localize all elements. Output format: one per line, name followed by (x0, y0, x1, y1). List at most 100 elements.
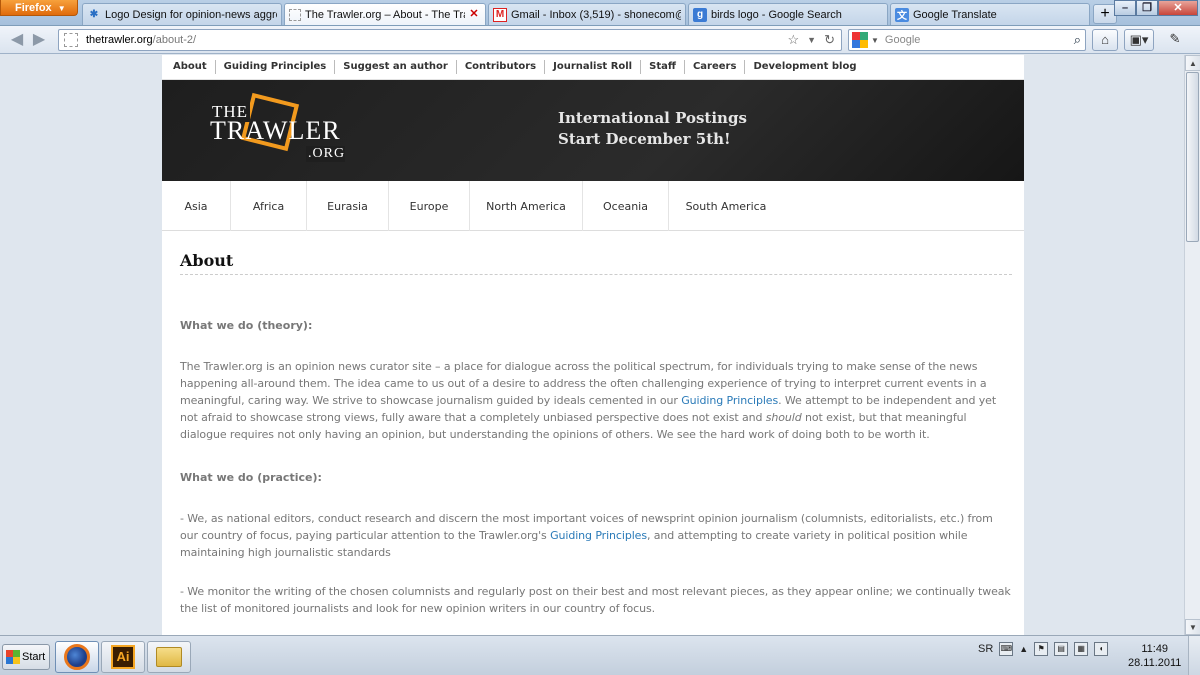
tab-google-search[interactable]: g birds logo - Google Search (688, 3, 888, 25)
region-asia[interactable]: Asia (162, 181, 231, 231)
guiding-principles-link[interactable]: Guiding Principles (681, 394, 778, 407)
start-label: Start (22, 651, 46, 663)
system-tray: SR ⌨ ▲ ⚑ ▤ ▦ ◖ (978, 642, 1109, 656)
search-bar[interactable]: ▼ Google ⌕ (848, 29, 1086, 51)
google-icon (852, 32, 868, 48)
close-icon[interactable]: ✕ (467, 8, 481, 22)
network-icon[interactable]: ▦ (1074, 642, 1089, 656)
device-icon[interactable]: ▤ (1054, 642, 1069, 656)
theory-emphasis: should (765, 411, 802, 424)
page-viewport: About Guiding Principles Suggest an auth… (0, 55, 1184, 635)
forward-icon[interactable]: ▶ (28, 30, 50, 50)
taskbar-explorer[interactable] (147, 641, 191, 673)
region-eurasia[interactable]: Eurasia (307, 181, 389, 231)
site-container: About Guiding Principles Suggest an auth… (162, 55, 1024, 635)
theory-paragraph: The Trawler.org is an opinion news curat… (180, 358, 1012, 443)
tab-logo-design[interactable]: ✱ Logo Design for opinion-news aggreg... (82, 3, 282, 25)
practice-paragraph-2: - We monitor the writing of the chosen c… (180, 585, 1011, 615)
scroll-up-icon[interactable]: ▲ (1185, 55, 1200, 71)
menu-item-contributors[interactable]: Contributors (457, 60, 546, 74)
menu-icon[interactable]: ▣▾ (1124, 29, 1154, 51)
clock-date: 28.11.2011 (1128, 657, 1182, 669)
clock[interactable]: 11:49 28.11.2011 (1128, 642, 1181, 670)
addon-icon[interactable]: ✎ (1160, 29, 1190, 51)
search-icon[interactable]: ⌕ (1074, 32, 1081, 48)
region-oceania[interactable]: Oceania (583, 181, 669, 231)
navigation-toolbar: ◀ ▶ thetrawler.org/about-2/ ☆ ▼ ↻ ▼ Goog… (0, 26, 1200, 54)
menu-item-staff[interactable]: Staff (641, 60, 685, 74)
section-heading-practice: What we do (practice): (180, 471, 322, 484)
tab-strip: Firefox ▼ ✱ Logo Design for opinion-news … (0, 0, 1200, 26)
tab-trawler-about[interactable]: The Trawler.org – About - The Trawl... ✕ (284, 3, 486, 25)
menu-item-about[interactable]: About (165, 60, 216, 74)
home-icon[interactable]: ⌂ (1092, 29, 1118, 51)
scroll-thumb[interactable] (1186, 72, 1199, 242)
taskbar-illustrator[interactable]: Ai (101, 641, 145, 673)
menu-item-suggest-author[interactable]: Suggest an author (335, 60, 457, 74)
menu-item-journalist-roll[interactable]: Journalist Roll (545, 60, 642, 74)
tab-title: Logo Design for opinion-news aggreg... (105, 8, 277, 21)
windows-logo-icon (6, 650, 20, 664)
region-africa[interactable]: Africa (231, 181, 307, 231)
banner-line-2: Start December 5th! (558, 130, 731, 148)
url-host: thetrawler.org (86, 34, 153, 46)
clock-time: 11:49 (1141, 643, 1169, 655)
start-button[interactable]: Start (2, 644, 50, 670)
firefox-icon (64, 644, 90, 670)
menu-item-development-blog[interactable]: Development blog (745, 60, 864, 74)
page-content: About What we do (theory): The Trawler.o… (162, 251, 1024, 617)
chevron-up-icon[interactable]: ▲ (1019, 644, 1028, 654)
menu-item-careers[interactable]: Careers (685, 60, 746, 74)
region-south-america[interactable]: South America (669, 181, 783, 231)
tab-title: Google Translate (913, 8, 997, 21)
folder-icon (156, 647, 182, 667)
page-title: About (180, 251, 1012, 275)
show-desktop-button[interactable] (1188, 636, 1200, 675)
reload-icon[interactable]: ↻ (824, 32, 835, 48)
url-bar[interactable]: thetrawler.org/about-2/ ☆ ▼ ↻ (58, 29, 842, 51)
close-window-icon[interactable]: ✕ (1158, 0, 1198, 16)
tab-gmail[interactable]: M Gmail - Inbox (3,519) - shonecom@g... (488, 3, 686, 25)
banner-announcement: International Postings Start December 5t… (558, 108, 747, 150)
firefox-menu-label: Firefox (15, 2, 52, 14)
menu-item-guiding-principles[interactable]: Guiding Principles (216, 60, 336, 74)
chevron-down-icon[interactable]: ▼ (807, 32, 816, 48)
tab-google-translate[interactable]: 文 Google Translate (890, 3, 1090, 25)
tab-title: The Trawler.org – About - The Trawl... (305, 8, 465, 21)
google-icon: g (693, 7, 707, 22)
gear-icon: ✱ (89, 9, 99, 20)
bookmark-star-icon[interactable]: ☆ (788, 32, 800, 48)
back-icon[interactable]: ◀ (6, 30, 28, 50)
page-icon (289, 8, 301, 21)
search-input[interactable]: Google (885, 34, 920, 46)
translate-icon: 文 (895, 7, 909, 22)
page-icon (64, 33, 78, 47)
region-north-america[interactable]: North America (470, 181, 583, 231)
flag-icon[interactable]: ⚑ (1034, 642, 1049, 656)
minimize-icon[interactable]: – (1114, 0, 1136, 16)
region-europe[interactable]: Europe (389, 181, 470, 231)
window-controls: – ❐ ✕ (1114, 0, 1198, 16)
logo-org: .ORG (306, 146, 346, 162)
logo-trawler: TRAWLER (210, 116, 341, 145)
taskbar-firefox[interactable] (55, 641, 99, 673)
trawler-logo[interactable]: THE TRAWLER .ORG (210, 90, 350, 174)
top-menu: About Guiding Principles Suggest an auth… (162, 55, 1024, 80)
chevron-down-icon: ▼ (871, 35, 879, 45)
chevron-down-icon: ▼ (57, 4, 66, 13)
vertical-scrollbar[interactable]: ▲ ▼ (1184, 55, 1200, 635)
tab-title: birds logo - Google Search (711, 8, 842, 21)
region-nav: Asia Africa Eurasia Europe North America… (162, 181, 1024, 231)
volume-icon[interactable]: ◖ (1094, 642, 1109, 656)
firefox-menu-button[interactable]: Firefox ▼ (0, 0, 78, 16)
practice-paragraph-1: - We, as national editors, conduct resea… (180, 510, 1012, 561)
site-banner: THE TRAWLER .ORG International Postings … (162, 80, 1024, 181)
keyboard-icon[interactable]: ⌨ (999, 642, 1014, 656)
windows-taskbar: Start Ai SR ⌨ ▲ ⚑ ▤ ▦ ◖ 11:49 28.11.2011 (0, 635, 1200, 675)
language-indicator[interactable]: SR (978, 643, 993, 655)
restore-icon[interactable]: ❐ (1136, 0, 1158, 16)
guiding-principles-link[interactable]: Guiding Principles (550, 529, 647, 542)
scroll-down-icon[interactable]: ▼ (1185, 619, 1200, 635)
gmail-icon: M (493, 7, 507, 22)
tab-title: Gmail - Inbox (3,519) - shonecom@g... (511, 8, 681, 21)
